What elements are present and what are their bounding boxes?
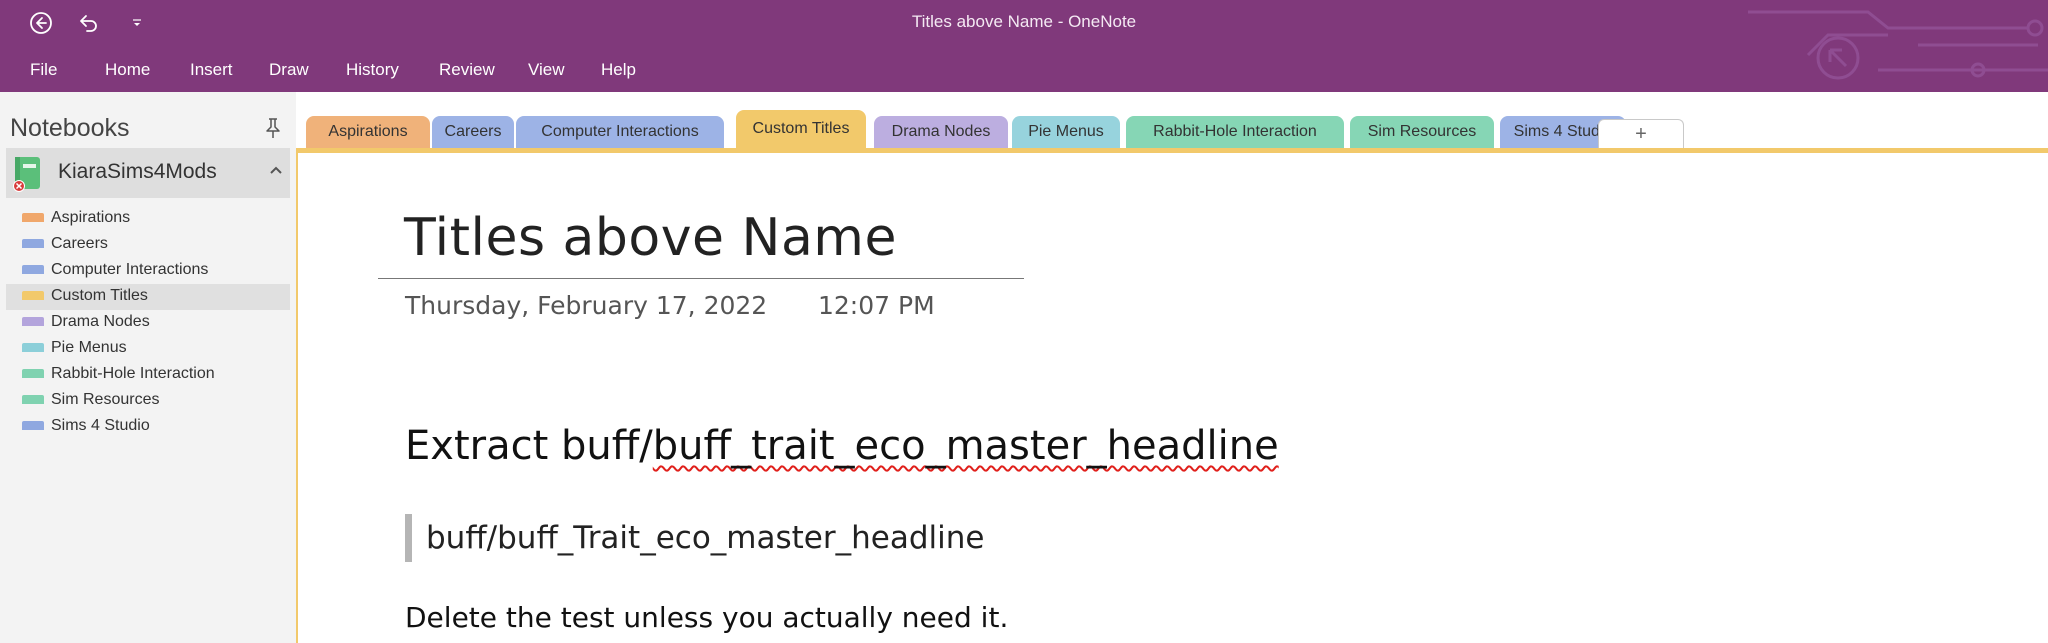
quote-block[interactable]: buff/buff_Trait_eco_master_headline — [405, 514, 984, 562]
title-bar: Titles above Name - OneNote — [0, 0, 2048, 47]
section-item-drama-nodes[interactable]: Drama Nodes — [6, 310, 290, 336]
section-item-sims-4-studio[interactable]: Sims 4 Studio — [6, 414, 290, 440]
section-color-swatch — [22, 421, 44, 430]
section-item-careers[interactable]: Careers — [6, 232, 290, 258]
page-canvas[interactable]: Titles above Name Thursday, February 17,… — [296, 148, 2048, 643]
tab-file[interactable]: File — [30, 60, 57, 80]
paragraph-text[interactable]: Delete the test unless you actually need… — [405, 601, 1008, 634]
section-label: Pie Menus — [51, 339, 127, 356]
section-list: Aspirations Careers Computer Interaction… — [6, 206, 290, 440]
page-title[interactable]: Titles above Name — [404, 208, 897, 268]
section-label: Drama Nodes — [51, 313, 150, 330]
section-label: Rabbit-Hole Interaction — [51, 365, 215, 382]
tab-drama-nodes[interactable]: Drama Nodes — [874, 116, 1008, 148]
tab-sim-resources[interactable]: Sim Resources — [1350, 116, 1494, 148]
heading-text[interactable]: Extract buff/buff_trait_eco_master_headl… — [405, 423, 1279, 469]
section-label: Computer Interactions — [51, 261, 209, 278]
section-color-swatch — [22, 343, 44, 352]
section-item-aspirations[interactable]: Aspirations — [6, 206, 290, 232]
page-time: 12:07 PM — [818, 291, 935, 320]
tab-review[interactable]: Review — [439, 60, 495, 80]
section-label: Aspirations — [51, 209, 131, 226]
window-title: Titles above Name - OneNote — [911, 12, 1137, 31]
tab-view[interactable]: View — [528, 60, 565, 80]
section-color-swatch — [22, 317, 44, 326]
tab-draw[interactable]: Draw — [269, 60, 309, 80]
section-color-swatch — [22, 239, 44, 248]
notebooks-heading: Notebooks — [10, 114, 130, 142]
section-color-swatch — [22, 265, 44, 274]
add-section-button[interactable]: + — [1598, 119, 1684, 148]
notebook-navigation-pane: Notebooks KiaraSims4Mods Aspirations Car… — [0, 92, 296, 643]
section-item-rabbit-hole-interaction[interactable]: Rabbit-Hole Interaction — [6, 362, 290, 388]
tab-pie-menus[interactable]: Pie Menus — [1012, 116, 1120, 148]
section-color-swatch — [22, 395, 44, 404]
misspelled-word[interactable]: buff_trait_eco_master_headline — [653, 423, 1279, 469]
chevron-up-icon[interactable] — [268, 162, 284, 178]
tab-home[interactable]: Home — [105, 60, 150, 80]
tab-computer-interactions[interactable]: Computer Interactions — [516, 116, 724, 148]
page-date: Thursday, February 17, 2022 — [405, 291, 768, 320]
section-label: Sims 4 Studio — [51, 417, 150, 434]
tab-careers[interactable]: Careers — [432, 116, 514, 148]
section-item-computer-interactions[interactable]: Computer Interactions — [6, 258, 290, 284]
tab-rabbit-hole-interaction[interactable]: Rabbit-Hole Interaction — [1126, 116, 1344, 148]
notebook-name: KiaraSims4Mods — [58, 160, 217, 183]
tab-history[interactable]: History — [346, 60, 399, 80]
tab-aspirations[interactable]: Aspirations — [306, 116, 430, 148]
title-underline — [378, 278, 1024, 279]
section-label: Sim Resources — [51, 391, 160, 408]
notebook-item[interactable]: KiaraSims4Mods — [6, 148, 290, 198]
pin-pane-button[interactable] — [262, 116, 284, 140]
tab-help[interactable]: Help — [601, 60, 636, 80]
heading-prefix: Extract buff/ — [405, 423, 653, 469]
section-item-pie-menus[interactable]: Pie Menus — [6, 336, 290, 362]
tab-insert[interactable]: Insert — [190, 60, 233, 80]
section-label: Careers — [51, 235, 108, 252]
tab-custom-titles[interactable]: Custom Titles — [736, 110, 866, 148]
section-label: Custom Titles — [51, 287, 148, 304]
section-item-custom-titles[interactable]: Custom Titles — [6, 284, 290, 310]
section-color-swatch — [22, 291, 44, 300]
section-item-sim-resources[interactable]: Sim Resources — [6, 388, 290, 414]
notebook-icon — [13, 157, 40, 192]
section-color-swatch — [22, 213, 44, 222]
section-tab-strip: Aspirations Careers Computer Interaction… — [296, 92, 2048, 152]
ribbon-tab-bar: File Home Insert Draw History Review Vie… — [0, 47, 2048, 92]
pin-icon — [266, 118, 280, 138]
section-color-swatch — [22, 369, 44, 378]
circuit-decoration — [1748, 10, 2048, 80]
